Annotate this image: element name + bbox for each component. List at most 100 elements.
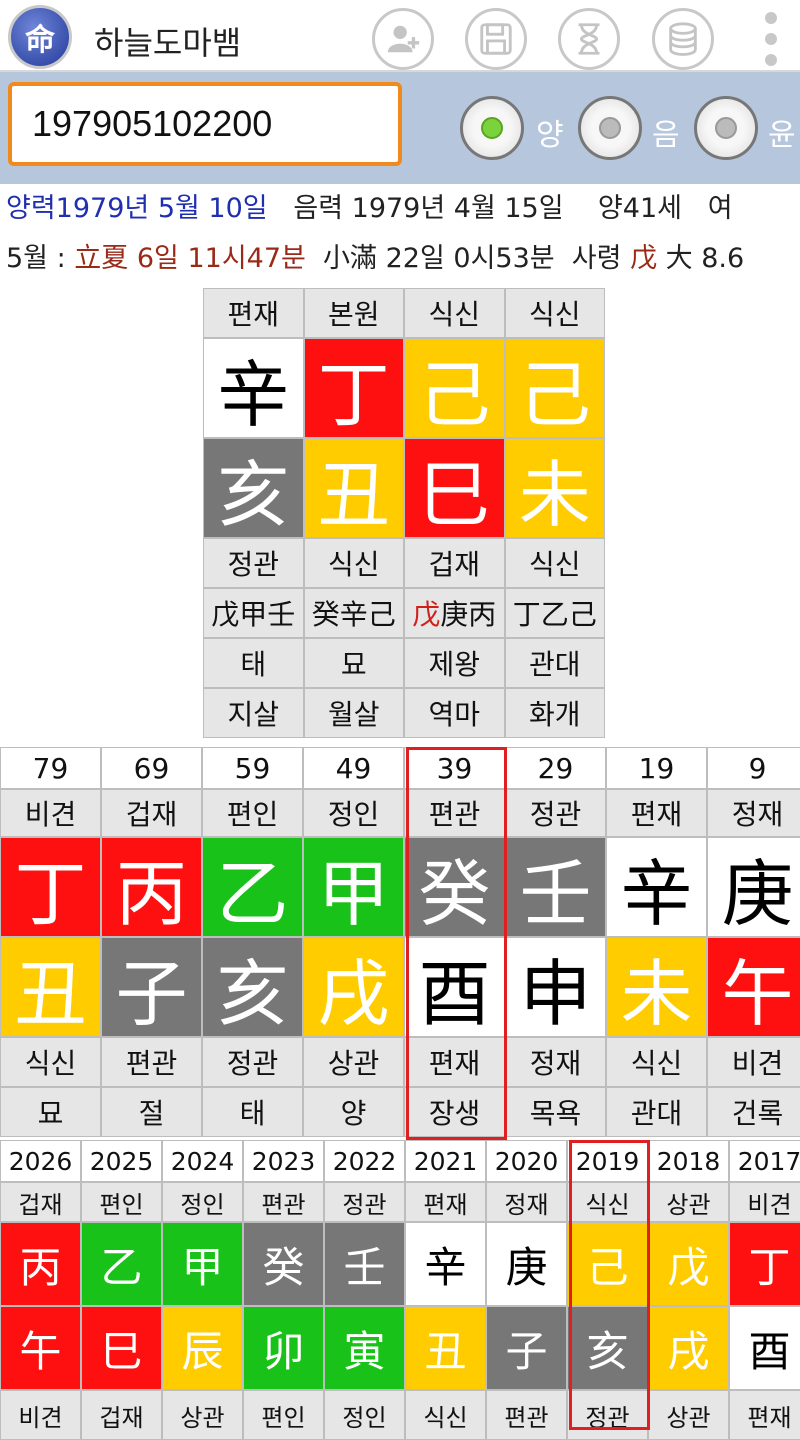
birthdate-input[interactable]: 197905102200 xyxy=(8,82,402,166)
yearly-stem-label: 편관 xyxy=(243,1182,324,1222)
yearly-stem-label: 겁재 xyxy=(0,1182,81,1222)
natal-hidden-stems: 戊庚丙 xyxy=(404,588,505,638)
natal-branch[interactable]: 巳 xyxy=(404,438,505,538)
yearly-branch[interactable]: 子 xyxy=(486,1306,567,1390)
yearly-branch-label: 정관 xyxy=(567,1390,648,1440)
natal-sal: 지살 xyxy=(203,688,304,738)
daewoon-branch[interactable]: 戌 xyxy=(303,937,404,1037)
daewoon-age[interactable]: 39 xyxy=(404,747,505,789)
daewoon-age[interactable]: 79 xyxy=(0,747,101,789)
yearly-chart: 2026 2025 2024 2023 2022 2021 2020 2019 2018 2017… xyxy=(0,1140,800,1440)
yearly-year[interactable]: 2023 xyxy=(243,1140,324,1182)
yearly-stem[interactable]: 乙 xyxy=(81,1222,162,1306)
natal-branch-label: 정관 xyxy=(203,538,304,588)
daewoon-branch[interactable]: 子 xyxy=(101,937,202,1037)
save-button[interactable] xyxy=(465,8,527,70)
yearly-branch[interactable]: 亥 xyxy=(567,1306,648,1390)
saryeong-value: 大 8.6 xyxy=(665,243,745,274)
yearly-branch[interactable]: 戌 xyxy=(648,1306,729,1390)
yearly-stem-label: 식신 xyxy=(567,1182,648,1222)
yearly-year[interactable]: 2020 xyxy=(486,1140,567,1182)
yearly-year[interactable]: 2025 xyxy=(81,1140,162,1182)
natal-branch[interactable]: 未 xyxy=(504,438,605,538)
daewoon-branch-label: 식신 xyxy=(606,1037,707,1087)
daewoon-age[interactable]: 49 xyxy=(303,747,404,789)
daewoon-stem[interactable]: 甲 xyxy=(303,837,404,937)
yearly-year[interactable]: 2019 xyxy=(567,1140,648,1182)
yearly-stem[interactable]: 庚 xyxy=(486,1222,567,1306)
daewoon-branch[interactable]: 午 xyxy=(707,937,800,1037)
solar-term-1: 立夏 6일 11시47분 xyxy=(74,243,306,274)
solar-date: 양력1979년 5월 10일 xyxy=(6,193,268,224)
natal-stem[interactable]: 己 xyxy=(404,338,505,438)
yearly-branch[interactable]: 酉 xyxy=(729,1306,800,1390)
daewoon-age[interactable]: 9 xyxy=(707,747,800,789)
natal-sal: 역마 xyxy=(404,688,505,738)
yearly-branch[interactable]: 丑 xyxy=(405,1306,486,1390)
daewoon-stem[interactable]: 乙 xyxy=(202,837,303,937)
daewoon-age[interactable]: 29 xyxy=(505,747,606,789)
natal-stem[interactable]: 辛 xyxy=(203,338,304,438)
daewoon-branch[interactable]: 丑 xyxy=(0,937,101,1037)
yearly-branch[interactable]: 午 xyxy=(0,1306,81,1390)
hidden-stem-main: 戊 xyxy=(211,598,240,631)
yearly-year[interactable]: 2024 xyxy=(162,1140,243,1182)
yearly-stem[interactable]: 丙 xyxy=(0,1222,81,1306)
yearly-stem[interactable]: 辛 xyxy=(405,1222,486,1306)
database-button[interactable] xyxy=(652,8,714,70)
daewoon-stem-label: 편재 xyxy=(606,789,707,837)
more-vertical-icon[interactable] xyxy=(762,12,780,66)
solar-term-2: 小滿 22일 0시53분 xyxy=(323,243,555,274)
daewoon-stem[interactable]: 丙 xyxy=(101,837,202,937)
daewoon-stem[interactable]: 癸 xyxy=(404,837,505,937)
save-icon xyxy=(480,23,512,55)
saryeong-char: 戊 xyxy=(630,243,658,274)
yearly-stem[interactable]: 丁 xyxy=(729,1222,800,1306)
daewoon-age[interactable]: 19 xyxy=(606,747,707,789)
radio-leap[interactable] xyxy=(694,96,758,160)
yearly-branch[interactable]: 寅 xyxy=(324,1306,405,1390)
radio-lunar[interactable] xyxy=(578,96,642,160)
yearly-year[interactable]: 2022 xyxy=(324,1140,405,1182)
natal-branch-label: 식신 xyxy=(504,538,605,588)
yearly-stem[interactable]: 戊 xyxy=(648,1222,729,1306)
yearly-stem[interactable]: 甲 xyxy=(162,1222,243,1306)
yearly-branch-label: 식신 xyxy=(405,1390,486,1440)
daewoon-stem[interactable]: 庚 xyxy=(707,837,800,937)
daewoon-age[interactable]: 59 xyxy=(202,747,303,789)
daewoon-branch-label: 정관 xyxy=(202,1037,303,1087)
natal-stem-label: 본원 xyxy=(303,288,404,338)
yearly-year[interactable]: 2017 xyxy=(729,1140,800,1182)
daewoon-stem[interactable]: 丁 xyxy=(0,837,101,937)
app-logo-icon[interactable]: 命 xyxy=(8,5,72,69)
yearly-year[interactable]: 2026 xyxy=(0,1140,81,1182)
radio-solar[interactable] xyxy=(460,96,524,160)
natal-branch[interactable]: 丑 xyxy=(303,438,404,538)
yearly-year[interactable]: 2021 xyxy=(405,1140,486,1182)
daewoon-branch[interactable]: 未 xyxy=(606,937,707,1037)
yearly-branch[interactable]: 巳 xyxy=(81,1306,162,1390)
yearly-year[interactable]: 2018 xyxy=(648,1140,729,1182)
yearly-stem[interactable]: 壬 xyxy=(324,1222,405,1306)
daewoon-chart: 79 69 59 49 39 29 19 9 비견 겁재 편인 정인 편관 정관 편재 정재 丁丙乙甲癸壬辛庚丑… xyxy=(0,747,800,1137)
daewoon-age[interactable]: 69 xyxy=(101,747,202,789)
natal-stem[interactable]: 丁 xyxy=(303,338,404,438)
hourglass-icon xyxy=(578,23,600,55)
natal-chart: 편재 본원 식신 식신 辛丁己己亥丑巳未 정관 식신 겁재 식신 戊甲壬癸辛己戊庚丙丁乙己 태 묘 제왕… xyxy=(203,288,605,738)
daewoon-branch[interactable]: 申 xyxy=(505,937,606,1037)
yearly-stem-label: 상관 xyxy=(648,1182,729,1222)
natal-branch[interactable]: 亥 xyxy=(203,438,304,538)
daewoon-branch[interactable]: 酉 xyxy=(404,937,505,1037)
natal-stem[interactable]: 己 xyxy=(504,338,605,438)
daewoon-stem[interactable]: 辛 xyxy=(606,837,707,937)
daewoon-stage: 태 xyxy=(202,1087,303,1137)
add-contact-button[interactable] xyxy=(372,8,434,70)
yearly-branch[interactable]: 辰 xyxy=(162,1306,243,1390)
yearly-stem[interactable]: 己 xyxy=(567,1222,648,1306)
yearly-branch[interactable]: 卯 xyxy=(243,1306,324,1390)
daewoon-stem[interactable]: 壬 xyxy=(505,837,606,937)
hourglass-button[interactable] xyxy=(558,8,620,70)
daewoon-branch[interactable]: 亥 xyxy=(202,937,303,1037)
database-icon xyxy=(669,22,697,56)
yearly-stem[interactable]: 癸 xyxy=(243,1222,324,1306)
